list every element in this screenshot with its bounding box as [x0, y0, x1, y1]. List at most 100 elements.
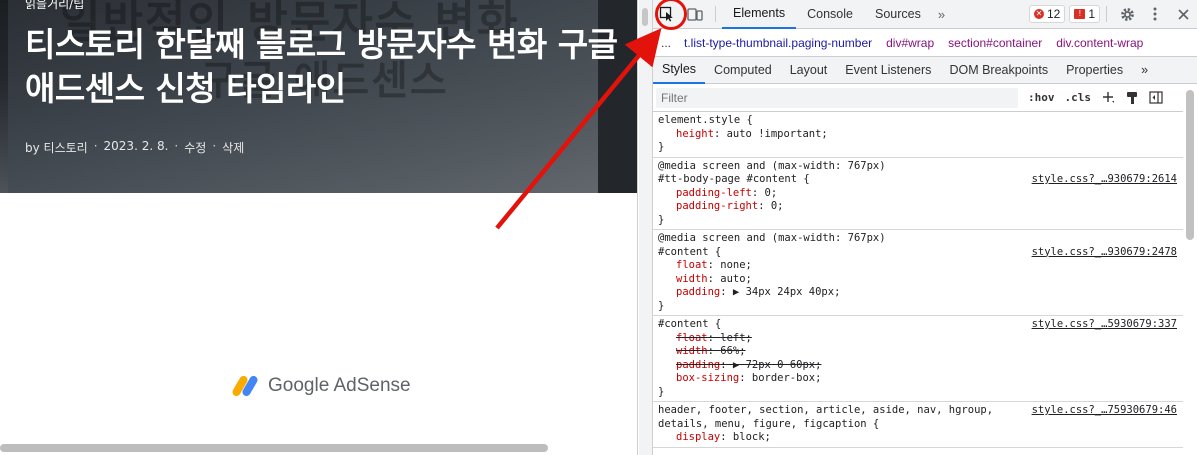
property-name[interactable]: float: [676, 332, 708, 344]
css-declaration[interactable]: float: none;: [658, 259, 1178, 273]
breadcrumb-item[interactable]: section#container: [941, 36, 1049, 50]
issue-icon: !: [1074, 9, 1086, 19]
rule-selector[interactable]: header, footer, section, article, aside,…: [658, 404, 1178, 418]
devtools-toolbar: Elements Console Sources » ✕ 12 ! 1: [653, 0, 1197, 29]
errors-badge[interactable]: ✕ 12: [1028, 5, 1066, 23]
tab-dom-breakpoints[interactable]: DOM Breakpoints: [940, 57, 1057, 84]
breadcrumb-item[interactable]: div.content-wrap: [1049, 36, 1150, 50]
settings-button[interactable]: [1113, 0, 1141, 29]
rule-selector[interactable]: #content {style.css?_…930679:2478: [658, 246, 1178, 260]
rule-selector[interactable]: #tt-body-page #content {style.css?_…9306…: [658, 173, 1178, 187]
rule-source-link[interactable]: style.css?_…75930679:46: [1032, 404, 1177, 418]
property-value[interactable]: ▶ 72px 0 60px;: [733, 359, 822, 371]
devtools-resize-handle[interactable]: [639, 0, 653, 455]
post-date: 2023. 2. 8.: [103, 139, 169, 153]
property-value[interactable]: ▶ 34px 24px 40px;: [733, 286, 840, 298]
toolbar-divider: [715, 6, 716, 22]
property-name[interactable]: display: [676, 431, 720, 443]
css-declaration[interactable]: padding-right: 0;: [658, 200, 1178, 214]
property-name[interactable]: padding: [676, 359, 720, 371]
rule-source-link[interactable]: style.css?_…5930679:337: [1032, 318, 1177, 332]
css-declaration[interactable]: height: auto !important;: [658, 128, 1178, 142]
property-value[interactable]: 66%;: [720, 345, 745, 357]
css-declaration-overridden[interactable]: width: 66%;: [658, 345, 1178, 359]
toggle-sidebar-button[interactable]: [1149, 91, 1163, 105]
styles-filter-bar: :hov .cls: [653, 84, 1183, 112]
property-value[interactable]: 0;: [771, 200, 784, 212]
tab-sources[interactable]: Sources: [864, 0, 932, 29]
color-format-button[interactable]: [1125, 91, 1139, 105]
customize-menu-button[interactable]: [1141, 0, 1169, 29]
toolbar-right: ✕ 12 ! 1: [1025, 0, 1197, 29]
css-rule: @media screen and (max-width: 767px) #tt…: [653, 158, 1183, 230]
rule-selector[interactable]: #content {style.css?_…5930679:337: [658, 318, 1178, 332]
property-name[interactable]: float: [676, 259, 708, 271]
tab-console[interactable]: Console: [796, 0, 864, 29]
more-tabs-button[interactable]: »: [932, 7, 951, 22]
sidebar-toggle-icon: [1149, 91, 1163, 104]
tab-event-listeners[interactable]: Event Listeners: [836, 57, 940, 84]
kebab-menu-icon: [1153, 7, 1157, 21]
css-declaration[interactable]: display: block;: [658, 431, 1178, 445]
css-declaration[interactable]: width: auto;: [658, 273, 1178, 287]
meta-separator: ·: [212, 139, 217, 153]
adsense-logo-icon: [231, 374, 260, 398]
post-meta: by 티스토리 · 2023. 2. 8. · 수정 · 삭제: [25, 139, 244, 156]
property-name[interactable]: padding-left: [676, 187, 752, 199]
css-rule: #content {style.css?_…5930679:337 float:…: [653, 316, 1183, 402]
gear-icon: [1120, 7, 1134, 21]
property-value[interactable]: none;: [720, 259, 752, 271]
tab-properties[interactable]: Properties: [1057, 57, 1132, 84]
hover-state-toggle[interactable]: :hov: [1028, 91, 1055, 104]
issues-count: 1: [1088, 7, 1095, 21]
breadcrumb-item[interactable]: div#wrap: [879, 36, 941, 50]
property-name[interactable]: padding-right: [676, 200, 758, 212]
post-category[interactable]: 읽을거리/팁: [25, 0, 84, 12]
styles-pane: element.style { height: auto !important;…: [653, 112, 1183, 455]
property-value[interactable]: auto !important;: [727, 128, 828, 140]
css-declaration[interactable]: padding: ▶ 34px 24px 40px;: [658, 286, 1178, 300]
new-style-rule-button[interactable]: [1101, 91, 1115, 105]
property-name[interactable]: padding: [676, 286, 720, 298]
tab-computed[interactable]: Computed: [705, 57, 781, 84]
devtools-panel: Elements Console Sources » ✕ 12 ! 1 ... …: [639, 0, 1197, 455]
rule-source-link[interactable]: style.css?_…930679:2614: [1032, 173, 1177, 187]
tab-elements[interactable]: Elements: [722, 0, 797, 29]
tab-styles[interactable]: Styles: [653, 57, 706, 84]
issues-badge[interactable]: ! 1: [1069, 5, 1100, 23]
property-value[interactable]: 0;: [765, 187, 778, 199]
css-declaration[interactable]: padding-left: 0;: [658, 187, 1178, 201]
property-value[interactable]: auto;: [720, 273, 752, 285]
close-devtools-button[interactable]: [1169, 0, 1197, 29]
property-name[interactable]: box-sizing: [676, 372, 739, 384]
breadcrumb-overflow[interactable]: ...: [653, 36, 677, 50]
horizontal-scrollbar[interactable]: [0, 444, 548, 452]
edit-link[interactable]: 수정: [184, 139, 206, 156]
property-name[interactable]: width: [676, 273, 708, 285]
resize-grip-icon: [642, 8, 648, 26]
styles-filter-input[interactable]: [656, 87, 1018, 108]
blog-page: 일반적인 방문자수 변화 구글 애드센스 읽을거리/팁 티스토리 한달째 블로그…: [0, 0, 638, 455]
property-name[interactable]: height: [676, 128, 714, 140]
adsense-placeholder[interactable]: Google AdSense: [231, 374, 411, 398]
css-declaration-overridden[interactable]: padding: ▶ 72px 0 60px;: [658, 359, 1178, 373]
toolbar-divider: [1106, 6, 1107, 22]
rule-selector[interactable]: element.style {: [658, 114, 1178, 128]
rule-selector-continued[interactable]: details, menu, figure, figcaption {: [658, 418, 1178, 432]
dom-breadcrumb: ... t.list-type-thumbnail.paging-number …: [653, 30, 1197, 57]
property-value[interactable]: left;: [720, 332, 752, 344]
delete-link[interactable]: 삭제: [222, 139, 244, 156]
tab-layout[interactable]: Layout: [781, 57, 837, 84]
more-subtabs-button[interactable]: »: [1132, 57, 1157, 84]
styles-scrollbar-thumb[interactable]: [1186, 90, 1194, 240]
rule-source-link[interactable]: style.css?_…930679:2478: [1032, 246, 1177, 260]
property-name[interactable]: width: [676, 345, 708, 357]
post-author[interactable]: by 티스토리: [25, 139, 88, 156]
class-toggle[interactable]: .cls: [1065, 91, 1092, 104]
device-mode-icon: [687, 8, 703, 21]
css-declaration[interactable]: box-sizing: border-box;: [658, 372, 1178, 386]
property-value[interactable]: border-box;: [752, 372, 822, 384]
breadcrumb-item[interactable]: t.list-type-thumbnail.paging-number: [677, 36, 879, 50]
css-declaration-overridden[interactable]: float: left;: [658, 332, 1178, 346]
property-value[interactable]: block;: [733, 431, 771, 443]
